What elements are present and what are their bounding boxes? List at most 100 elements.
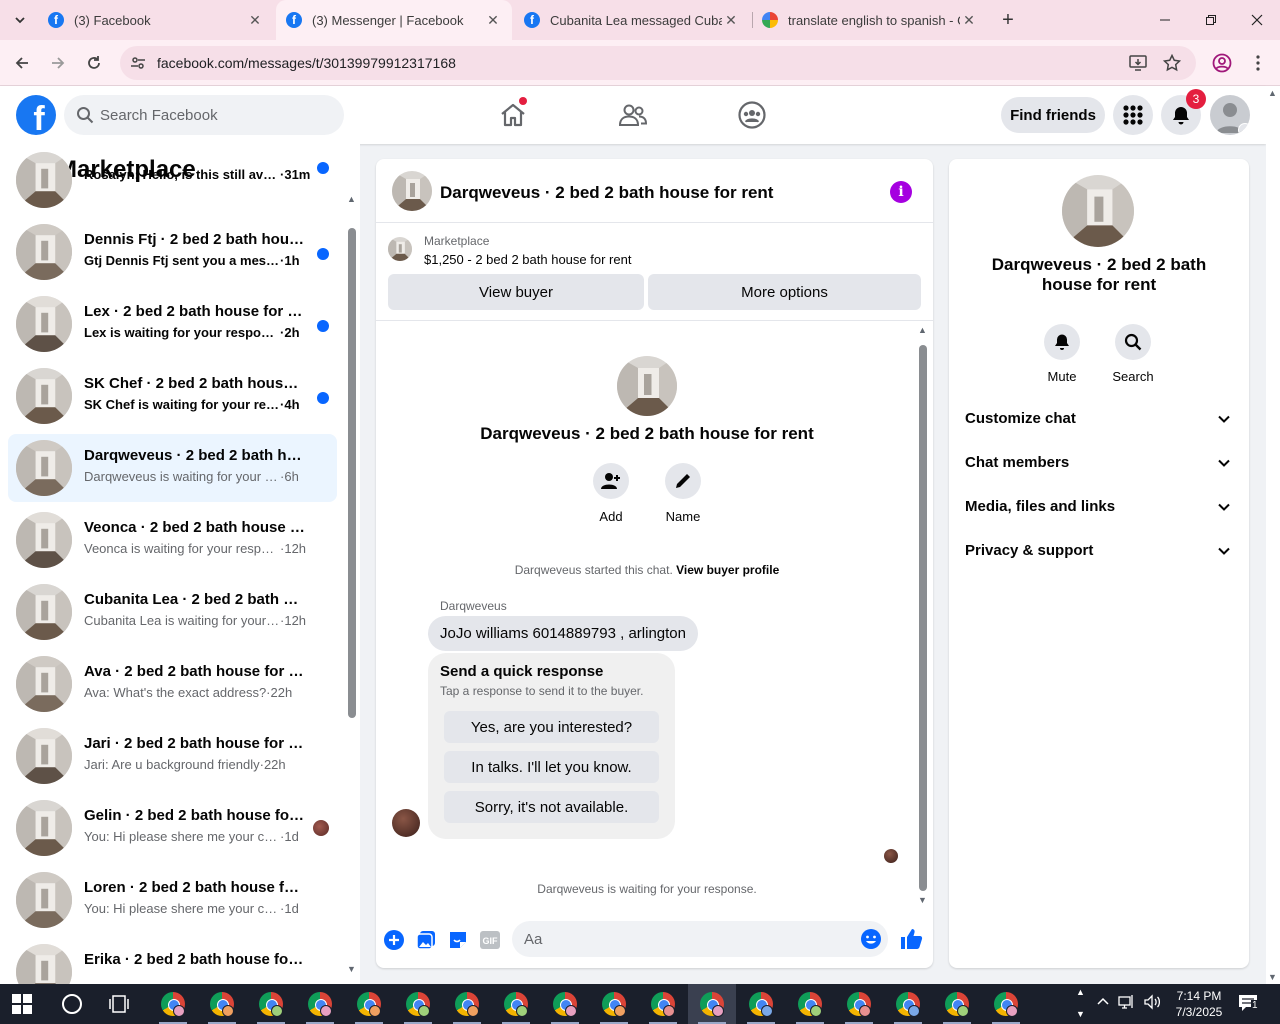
menu-button[interactable] <box>1113 95 1153 135</box>
scroll-up-icon[interactable]: ▲ <box>918 325 927 335</box>
chrome-taskbar-icon[interactable] <box>786 984 834 1024</box>
chrome-taskbar-icon[interactable] <box>149 984 197 1024</box>
tab-messenger[interactable]: f (3) Messenger | Facebook ✕ <box>276 0 512 40</box>
browser-menu-button[interactable] <box>1244 49 1272 77</box>
thread-scrollbar[interactable]: ▲ ▼ <box>917 325 929 905</box>
tab-search-dropdown[interactable] <box>8 8 32 32</box>
scroll-down-icon[interactable]: ▼ <box>1076 1009 1085 1019</box>
site-settings-icon[interactable] <box>128 53 148 73</box>
chrome-taskbar-icon[interactable] <box>345 984 393 1024</box>
chat-members-section[interactable]: Chat members <box>957 442 1241 486</box>
chrome-taskbar-icon[interactable] <box>590 984 638 1024</box>
bookmark-star-icon[interactable] <box>1162 53 1182 73</box>
message-input[interactable] <box>524 921 844 957</box>
chrome-taskbar-icon[interactable] <box>737 984 785 1024</box>
account-avatar[interactable] <box>1210 95 1250 135</box>
scroll-down-icon[interactable]: ▼ <box>1268 972 1277 982</box>
scrollbar-thumb[interactable] <box>348 228 356 718</box>
chrome-taskbar-icon[interactable] <box>688 984 736 1024</box>
close-icon[interactable]: ✕ <box>960 12 978 29</box>
listing-title[interactable]: $1,250 - 2 bed 2 bath house for rent <box>424 252 631 267</box>
tab-cubanita[interactable]: f Cubanita Lea messaged Cubanita ✕ <box>514 0 750 40</box>
conversation-item[interactable]: Darqweveus · 2 bed 2 bath house for rent… <box>8 434 337 502</box>
chat-title[interactable]: Darqweveus · 2 bed 2 bath house for rent <box>440 183 773 203</box>
page-scrollbar[interactable]: ▲ ▼ <box>1266 86 1280 984</box>
view-buyer-profile-link[interactable]: View buyer profile <box>676 563 779 577</box>
new-tab-button[interactable]: + <box>996 8 1020 32</box>
chrome-taskbar-icon[interactable] <box>884 984 932 1024</box>
scroll-down-icon[interactable]: ▼ <box>918 895 927 905</box>
tab-google-translate[interactable]: translate english to spanish - Go ✕ <box>752 0 988 40</box>
start-button[interactable] <box>12 994 32 1014</box>
close-icon[interactable]: ✕ <box>246 12 264 29</box>
conversation-item[interactable]: SK Chef · 2 bed 2 bath house for rent SK … <box>8 362 337 430</box>
search-button[interactable]: Search <box>1103 324 1163 384</box>
chrome-taskbar-icon[interactable] <box>639 984 687 1024</box>
scroll-up-icon[interactable]: ▲ <box>1076 987 1085 997</box>
facebook-logo[interactable]: f <box>16 95 56 135</box>
action-center-button[interactable]: 1 <box>1238 994 1259 1012</box>
conversation-item[interactable]: Erika · 2 bed 2 bath house for rent <box>8 938 337 984</box>
url-text[interactable]: facebook.com/messages/t/3013997991231716… <box>157 55 456 71</box>
nav-home[interactable] <box>493 96 533 134</box>
conversation-item[interactable]: Gelin · 2 bed 2 bath house for rent You: … <box>8 794 337 862</box>
scroll-up-icon[interactable]: ▲ <box>1268 88 1277 98</box>
chrome-taskbar-icon[interactable] <box>492 984 540 1024</box>
nav-groups[interactable] <box>732 96 772 134</box>
conversation-item[interactable]: Ava · 2 bed 2 bath house for rent Ava: Wh… <box>8 650 337 718</box>
scroll-up-icon[interactable]: ▲ <box>347 194 356 204</box>
scroll-down-icon[interactable]: ▼ <box>347 964 356 974</box>
profile-avatar[interactable] <box>617 356 677 416</box>
chrome-taskbar-icon[interactable] <box>296 984 344 1024</box>
chrome-taskbar-icon[interactable] <box>394 984 442 1024</box>
conversation-item[interactable]: Jari · 2 bed 2 bath house for rent Jari: … <box>8 722 337 790</box>
add-button[interactable]: Add <box>585 463 637 524</box>
chrome-taskbar-icon[interactable] <box>198 984 246 1024</box>
quick-response-button[interactable]: In talks. I'll let you know. <box>444 751 659 783</box>
minimize-button[interactable] <box>1142 0 1188 40</box>
media-files-links-section[interactable]: Media, files and links <box>957 486 1241 530</box>
chevron-up-icon[interactable] <box>1096 994 1110 1008</box>
taskbar-scroll[interactable]: ▲ ▼ <box>1072 984 1090 1024</box>
profile-button[interactable] <box>1208 49 1236 77</box>
customize-chat-section[interactable]: Customize chat <box>957 398 1241 442</box>
sender-avatar[interactable] <box>392 809 420 837</box>
mute-button[interactable]: Mute <box>1032 324 1092 384</box>
photo-icon[interactable] <box>415 929 437 951</box>
conversation-item[interactable]: Rosalyn: Hello, is this still available?… <box>8 146 337 214</box>
sidebar-scrollbar[interactable]: ▲ ▼ <box>345 194 359 974</box>
restore-button[interactable] <box>1188 0 1234 40</box>
more-options-button[interactable]: More options <box>648 274 921 310</box>
info-icon[interactable]: i <box>890 181 912 203</box>
chrome-taskbar-icon[interactable] <box>247 984 295 1024</box>
chrome-taskbar-icon[interactable] <box>982 984 1030 1024</box>
conversation-item[interactable]: Dennis Ftj · 2 bed 2 bath house for rent… <box>8 218 337 286</box>
search-icon[interactable] <box>62 994 82 1014</box>
install-app-icon[interactable] <box>1128 53 1148 73</box>
scrollbar-thumb[interactable] <box>919 345 927 891</box>
chrome-taskbar-icon[interactable] <box>835 984 883 1024</box>
chrome-taskbar-icon[interactable] <box>933 984 981 1024</box>
forward-button[interactable] <box>44 49 72 77</box>
address-bar[interactable]: facebook.com/messages/t/3013997991231716… <box>120 46 1196 80</box>
nav-friends[interactable] <box>613 96 653 134</box>
chat-avatar[interactable] <box>392 171 432 211</box>
volume-icon[interactable] <box>1143 994 1161 1010</box>
conversation-item[interactable]: Loren · 2 bed 2 bath house for rent You: … <box>8 866 337 934</box>
name-button[interactable]: Name <box>657 463 709 524</box>
listing-thumbnail[interactable] <box>388 237 412 261</box>
sticker-icon[interactable] <box>447 929 469 951</box>
conversation-item[interactable]: Veonca · 2 bed 2 bath house for rent Veon… <box>8 506 337 574</box>
gif-icon[interactable]: GIF <box>479 929 501 951</box>
chrome-taskbar-icon[interactable] <box>443 984 491 1024</box>
close-icon[interactable]: ✕ <box>484 12 502 29</box>
chrome-taskbar-icon[interactable] <box>541 984 589 1024</box>
quick-response-button[interactable]: Yes, are you interested? <box>444 711 659 743</box>
task-view-icon[interactable] <box>109 995 129 1013</box>
search-input[interactable] <box>100 95 330 135</box>
find-friends-button[interactable]: Find friends <box>1001 97 1105 133</box>
plus-circle-icon[interactable] <box>383 929 405 951</box>
facebook-search[interactable] <box>64 95 344 135</box>
tab-facebook[interactable]: f (3) Facebook ✕ <box>38 0 274 40</box>
reload-button[interactable] <box>80 49 108 77</box>
